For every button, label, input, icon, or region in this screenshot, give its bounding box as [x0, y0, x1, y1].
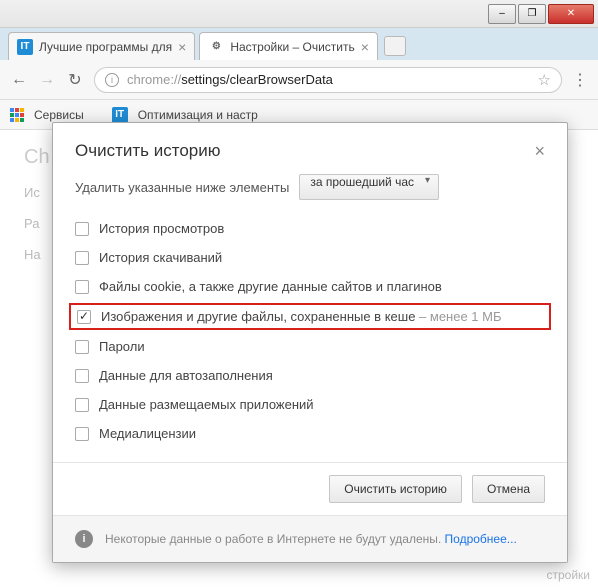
option-row[interactable]: Пароли	[75, 332, 545, 361]
option-row[interactable]: Медиалицензии	[75, 419, 545, 448]
option-row[interactable]: Данные для автозаполнения	[75, 361, 545, 390]
learn-more-link[interactable]: Подробнее...	[445, 532, 517, 546]
time-range-select[interactable]: за прошедший час	[299, 174, 439, 200]
info-icon: i	[75, 530, 93, 548]
time-range-label: Удалить указанные ниже элементы	[75, 180, 289, 195]
checkbox[interactable]	[75, 251, 89, 265]
option-row[interactable]: История скачиваний	[75, 243, 545, 272]
option-size: – менее 1 МБ	[415, 309, 501, 324]
checkbox[interactable]	[75, 222, 89, 236]
checkbox[interactable]	[75, 280, 89, 294]
modal-backdrop: Очистить историю × Удалить указанные ниж…	[0, 0, 598, 588]
option-label: История просмотров	[99, 221, 224, 236]
dialog-close-button[interactable]: ×	[534, 141, 545, 162]
clear-history-dialog: Очистить историю × Удалить указанные ниж…	[52, 122, 568, 563]
option-label: Изображения и другие файлы, сохраненные …	[101, 309, 502, 324]
option-label: Медиалицензии	[99, 426, 196, 441]
footer-note: Некоторые данные о работе в Интернете не…	[105, 532, 517, 546]
option-row[interactable]: Файлы cookie, а также другие данные сайт…	[75, 272, 545, 301]
option-label: Данные для автозаполнения	[99, 368, 273, 383]
option-label: Данные размещаемых приложений	[99, 397, 314, 412]
cancel-button[interactable]: Отмена	[472, 475, 545, 503]
option-row[interactable]: Данные размещаемых приложений	[75, 390, 545, 419]
option-row[interactable]: Изображения и другие файлы, сохраненные …	[69, 303, 551, 330]
dialog-title: Очистить историю	[75, 141, 220, 161]
option-label: История скачиваний	[99, 250, 222, 265]
option-row[interactable]: История просмотров	[75, 214, 545, 243]
option-label: Пароли	[99, 339, 145, 354]
checkbox[interactable]	[75, 398, 89, 412]
checkbox[interactable]	[75, 369, 89, 383]
checkbox[interactable]	[77, 310, 91, 324]
checkbox[interactable]	[75, 340, 89, 354]
checkbox[interactable]	[75, 427, 89, 441]
option-label: Файлы cookie, а также другие данные сайт…	[99, 279, 442, 294]
clear-button[interactable]: Очистить историю	[329, 475, 462, 503]
